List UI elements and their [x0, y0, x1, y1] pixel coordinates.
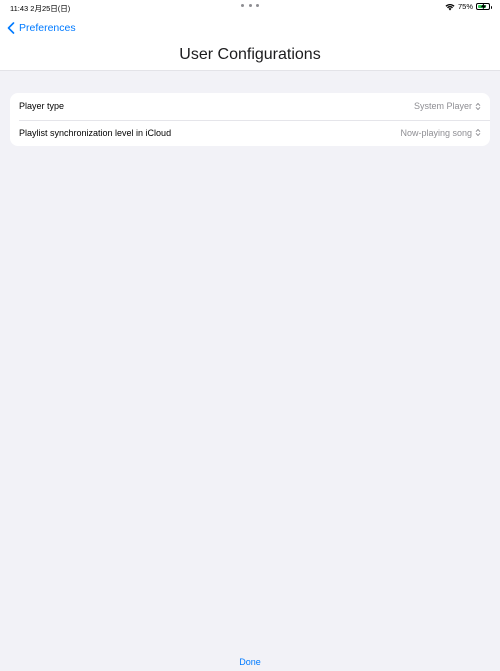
player-type-picker[interactable]: System Player — [414, 101, 481, 111]
chevron-left-icon — [7, 22, 15, 34]
chevron-up-down-icon — [475, 129, 481, 137]
navigation-bar: Preferences User Configurations — [0, 14, 500, 71]
multitasking-dots-icon[interactable] — [241, 4, 259, 8]
charging-bolt-icon — [480, 3, 487, 10]
done-button[interactable]: Done — [0, 657, 500, 667]
battery-percent: 75% — [457, 2, 473, 11]
playlist-sync-picker[interactable]: Now-playing song — [400, 128, 481, 138]
setting-label: Player type — [19, 101, 65, 112]
status-bar: 11:43 2月25日(日) 75% — [0, 0, 500, 14]
setting-value: System Player — [413, 101, 472, 112]
chevron-up-down-icon — [475, 102, 481, 110]
status-right: 75% — [445, 2, 492, 11]
page-title: User Configurations — [179, 46, 321, 63]
setting-value: Now-playing song — [400, 127, 472, 138]
battery-charging-icon — [476, 3, 492, 10]
player-type-row[interactable]: Player type System Player — [10, 93, 490, 120]
wifi-icon — [445, 3, 455, 10]
battery-cap — [490, 6, 492, 9]
playlist-sync-row[interactable]: Playlist synchronization level in iCloud… — [10, 119, 490, 147]
back-button-label: Preferences — [19, 22, 76, 34]
settings-group: Player type System Player Playlist synch… — [10, 93, 490, 146]
setting-label: Playlist synchronization level in iCloud — [19, 127, 172, 138]
screen: 11:43 2月25日(日) 75% Preferences User Conf… — [0, 0, 500, 671]
back-button[interactable]: Preferences — [7, 22, 76, 34]
status-time-date: 11:43 2月25日(日) — [10, 4, 71, 13]
